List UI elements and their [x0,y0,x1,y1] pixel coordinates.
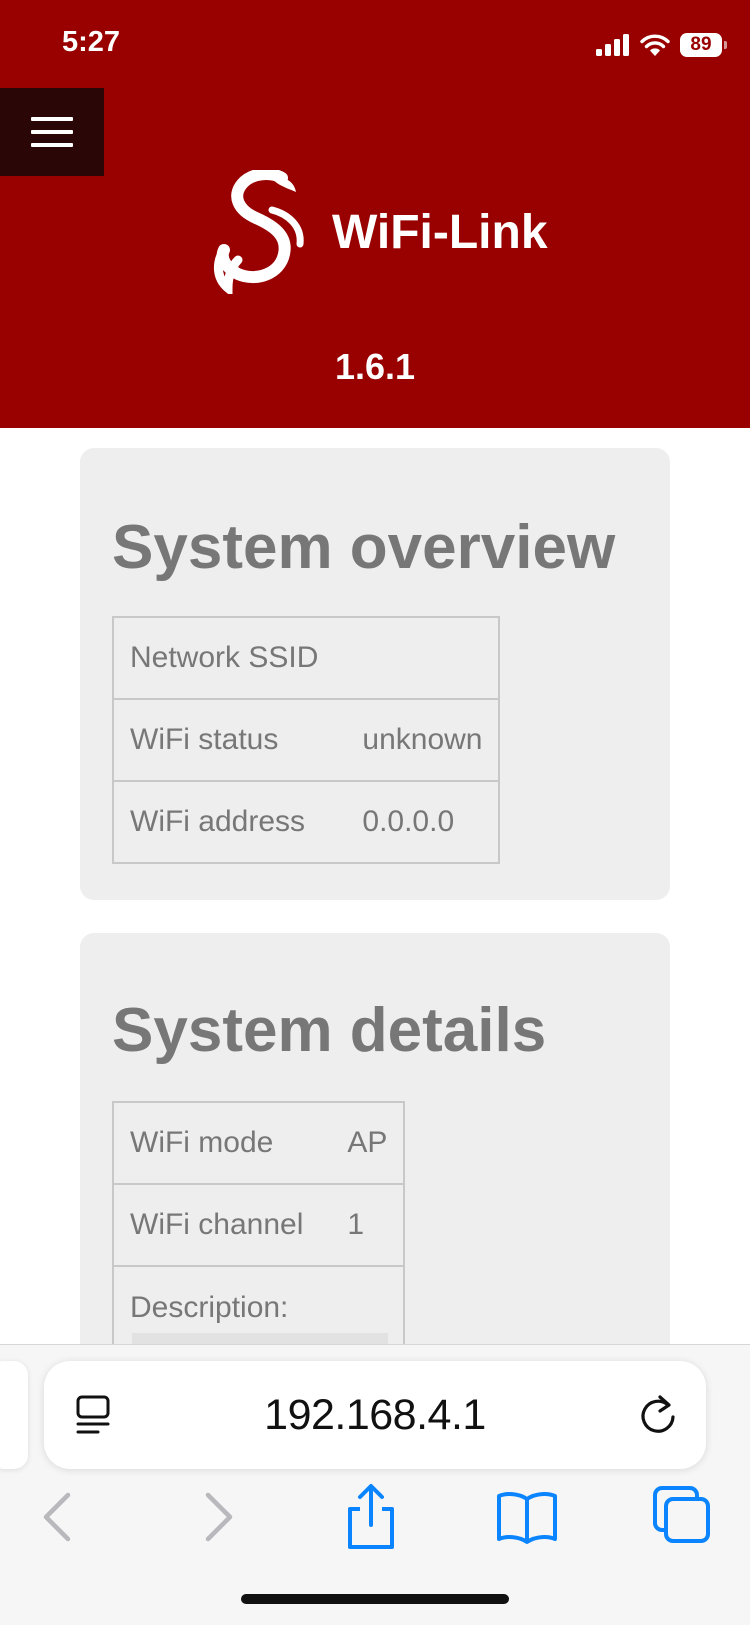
row-label: WiFi channel [111,1183,332,1267]
system-details-title: System details [112,996,547,1065]
system-overview-card: System overview Network SSID WiFi status… [80,448,670,900]
app-title: WiFi-Link [332,205,548,259]
home-indicator[interactable] [241,1594,509,1604]
description-label: Description: [130,1291,289,1324]
battery-icon: 89 [680,33,727,57]
forward-icon[interactable] [200,1491,236,1543]
status-time: 5:27 [62,26,121,58]
table-row: WiFi mode AP [111,1101,406,1185]
row-value: 1 [331,1183,406,1267]
system-overview-title: System overview [112,513,616,582]
app-header: 5:27 89 WiFi-Link 1.6.1 [0,0,750,428]
previous-tab-peek[interactable] [0,1361,28,1469]
table-row: WiFi channel 1 [111,1183,406,1267]
table-row: WiFi address 0.0.0.0 [111,780,501,864]
system-overview-table: Network SSID WiFi status unknown WiFi ad… [111,616,501,864]
row-label: WiFi mode [111,1101,332,1185]
browser-toolbar: 192.168.4.1 [0,1344,750,1625]
wifi-icon [640,34,670,56]
app-version: 1.6.1 [334,346,416,387]
row-label: Network SSID [111,616,347,700]
row-label: WiFi status [111,698,347,782]
row-value: unknown [346,698,501,782]
share-icon[interactable] [344,1483,398,1551]
row-value [346,616,501,700]
table-row: Network SSID [111,616,501,700]
hamburger-menu-icon[interactable] [0,88,104,176]
tabs-icon[interactable] [652,1485,712,1545]
row-label: WiFi address [111,780,347,864]
back-icon[interactable] [40,1491,76,1543]
status-icons: 89 [596,30,727,60]
brand: WiFi-Link [212,170,548,294]
bookmarks-icon[interactable] [496,1489,558,1545]
address-bar[interactable]: 192.168.4.1 [44,1361,706,1469]
reload-icon[interactable] [636,1393,680,1437]
row-value: 0.0.0.0 [346,780,501,864]
row-value: AP [331,1101,406,1185]
url-text[interactable]: 192.168.4.1 [44,1391,706,1440]
signal-icon [596,34,629,56]
table-row: WiFi status unknown [111,698,501,782]
wifi-link-logo-icon [214,170,304,294]
